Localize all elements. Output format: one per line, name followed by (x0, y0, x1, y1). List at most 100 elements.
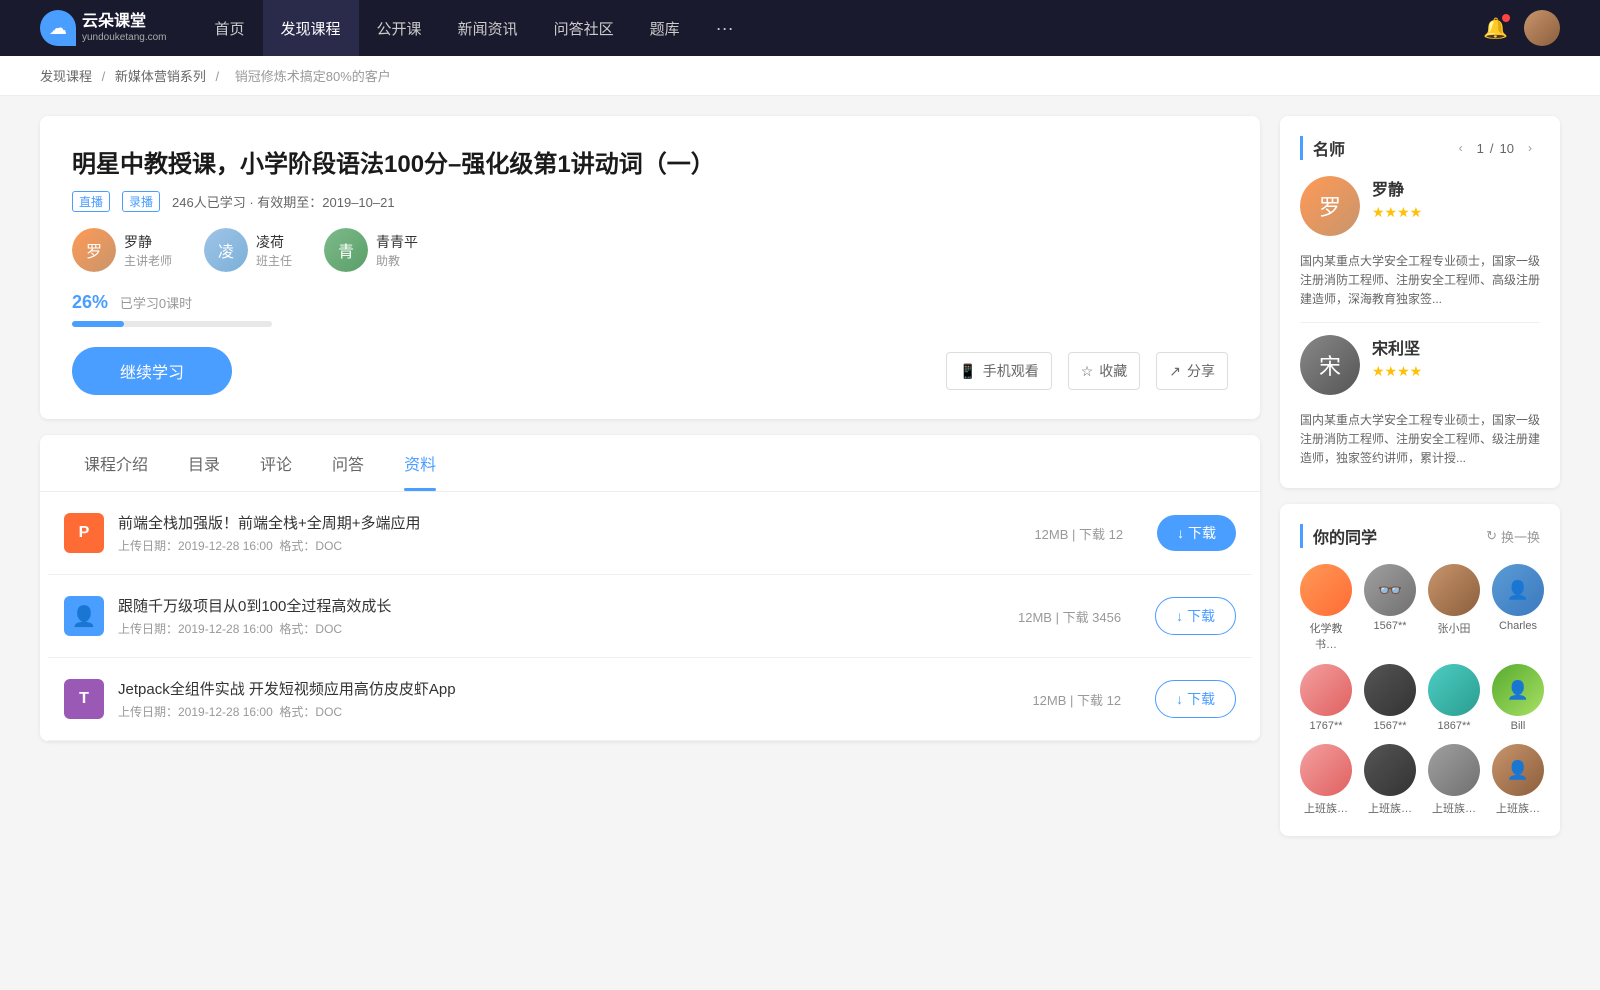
classmate-3[interactable]: 张小田 (1428, 564, 1480, 652)
refresh-button[interactable]: ↻ 换一换 (1486, 527, 1540, 546)
course-title: 明星中教授课，小学阶段语法100分–强化级第1讲动词（一） (72, 144, 1228, 179)
tab-intro[interactable]: 课程介绍 (64, 435, 168, 491)
teacher-desc-1: 国内某重点大学安全工程专业硕士，国家一级注册消防工程师、注册安全工程师、高级注册… (1300, 252, 1540, 310)
nav-items: 首页 发现课程 公开课 新闻资讯 问答社区 题库 ··· (197, 0, 1484, 56)
classmate-name-12: 上班族… (1496, 800, 1540, 816)
nav-item-qa[interactable]: 问答社区 (536, 0, 632, 56)
teacher-1-role: 主讲老师 (124, 252, 172, 269)
breadcrumb-current: 销冠修炼术搞定80%的客户 (235, 69, 391, 84)
classmate-7[interactable]: 1867** (1428, 664, 1480, 732)
breadcrumb: 发现课程 / 新媒体营销系列 / 销冠修炼术搞定80%的客户 (0, 56, 1600, 96)
nav-item-home[interactable]: 首页 (197, 0, 263, 56)
teacher-profile-2: 宋 宋利坚 ★★★★ (1300, 335, 1540, 395)
next-page-button[interactable]: › (1520, 138, 1540, 158)
teacher-desc-2: 国内某重点大学安全工程专业硕士，国家一级注册消防工程师、注册安全工程师、级注册建… (1300, 411, 1540, 469)
classmate-name-7: 1867** (1437, 720, 1470, 732)
page-current: 1 (1477, 141, 1484, 156)
progress-percent: 26% (72, 292, 108, 312)
logo[interactable]: ☁ 云朵课堂 yundouketang.com (40, 10, 167, 46)
file-meta-2: 上传日期：2019-12-28 16:00 格式：DOC (118, 620, 1004, 637)
tab-comments[interactable]: 评论 (240, 435, 312, 491)
classmate-avatar-4: 👤 (1492, 564, 1544, 616)
teacher-2-info: 凌荷 班主任 (256, 232, 292, 269)
breadcrumb-discover[interactable]: 发现课程 (40, 69, 92, 84)
classmate-11[interactable]: 上班族… (1428, 744, 1480, 816)
divider-1 (1300, 322, 1540, 323)
teachers-pagination: ‹ 1 / 10 › (1451, 138, 1540, 158)
collect-button[interactable]: ☆ 收藏 (1068, 352, 1141, 390)
teachers-card: 名师 ‹ 1 / 10 › 罗 罗静 ★★★★ 国内某重点大学 (1280, 116, 1560, 488)
classmate-6[interactable]: 1567** (1364, 664, 1416, 732)
classmate-avatar-8: 👤 (1492, 664, 1544, 716)
download-button-3[interactable]: ↓ 下载 (1155, 680, 1236, 718)
badge-live: 直播 (72, 191, 110, 212)
classmates-title: 你的同学 (1300, 524, 1377, 548)
classmate-10[interactable]: 上班族… (1364, 744, 1416, 816)
share-icon: ↗ (1169, 363, 1181, 380)
breadcrumb-series[interactable]: 新媒体营销系列 (115, 69, 206, 84)
course-actions: 继续学习 📱 手机观看 ☆ 收藏 ↗ 分享 (72, 347, 1228, 395)
classmate-1[interactable]: 化学教书… (1300, 564, 1352, 652)
classmate-avatar-2: 👓 (1364, 564, 1416, 616)
classmate-4[interactable]: 👤 Charles (1492, 564, 1544, 652)
classmate-9[interactable]: 上班族… (1300, 744, 1352, 816)
classmate-avatar-7 (1428, 664, 1480, 716)
user-avatar[interactable] (1524, 10, 1560, 46)
file-meta-1: 上传日期：2019-12-28 16:00 格式：DOC (118, 537, 1020, 554)
file-info-1: 前端全栈加强版！前端全栈+全周期+多端应用 上传日期：2019-12-28 16… (118, 512, 1020, 554)
mobile-watch-button[interactable]: 📱 手机观看 (946, 352, 1051, 390)
teacher-2-role: 班主任 (256, 252, 292, 269)
progress-section: 26% 已学习0课时 (72, 292, 1228, 327)
page-total: 10 (1500, 141, 1514, 156)
course-card: 明星中教授课，小学阶段语法100分–强化级第1讲动词（一） 直播 录播 246人… (40, 116, 1260, 419)
tabs-card: 课程介绍 目录 评论 问答 资料 P 前端全栈加强版！前端全栈+全周期+多端应用… (40, 435, 1260, 741)
file-name-1: 前端全栈加强版！前端全栈+全周期+多端应用 (118, 512, 1020, 533)
teacher-2: 凌 凌荷 班主任 (204, 228, 292, 272)
classmate-2[interactable]: 👓 1567** (1364, 564, 1416, 652)
download-button-1[interactable]: ↓ 下载 (1157, 515, 1236, 551)
file-info-3: Jetpack全组件实战 开发短视频应用高仿皮皮虾App 上传日期：2019-1… (118, 678, 1018, 720)
classmate-avatar-12: 👤 (1492, 744, 1544, 796)
nav-item-discover[interactable]: 发现课程 (263, 0, 359, 56)
file-info-2: 跟随千万级项目从0到100全过程高效成长 上传日期：2019-12-28 16:… (118, 595, 1004, 637)
classmate-5[interactable]: 1767** (1300, 664, 1352, 732)
teacher-1-info: 罗静 主讲老师 (124, 232, 172, 269)
classmate-name-1: 化学教书… (1300, 620, 1352, 652)
classmate-avatar-5 (1300, 664, 1352, 716)
teacher-profile-name-1: 罗静 (1372, 176, 1540, 200)
tab-materials[interactable]: 资料 (384, 435, 456, 491)
classmate-name-3: 张小田 (1438, 620, 1471, 636)
file-item-3: T Jetpack全组件实战 开发短视频应用高仿皮皮虾App 上传日期：2019… (48, 658, 1252, 741)
bell-icon[interactable]: 🔔 (1483, 16, 1508, 41)
prev-page-button[interactable]: ‹ (1451, 138, 1471, 158)
progress-sub: 已学习0课时 (120, 296, 192, 311)
nav-more[interactable]: ··· (698, 0, 752, 56)
classmate-12[interactable]: 👤 上班族… (1492, 744, 1544, 816)
file-icon-1: P (64, 513, 104, 553)
file-item-2: 👤 跟随千万级项目从0到100全过程高效成长 上传日期：2019-12-28 1… (48, 575, 1252, 658)
course-meta: 直播 录播 246人已学习 · 有效期至：2019–10–21 (72, 191, 1228, 212)
nav-item-public[interactable]: 公开课 (359, 0, 440, 56)
share-button[interactable]: ↗ 分享 (1156, 352, 1228, 390)
teachers-card-header: 名师 ‹ 1 / 10 › (1300, 136, 1540, 160)
classmates-header: 你的同学 ↻ 换一换 (1300, 524, 1540, 548)
classmate-avatar-6 (1364, 664, 1416, 716)
teacher-1: 罗 罗静 主讲老师 (72, 228, 172, 272)
file-icon-2: 👤 (64, 596, 104, 636)
file-item-1: P 前端全栈加强版！前端全栈+全周期+多端应用 上传日期：2019-12-28 … (48, 492, 1252, 575)
continue-button[interactable]: 继续学习 (72, 347, 232, 395)
teacher-stars-2: ★★★★ (1372, 363, 1540, 380)
classmates-card: 你的同学 ↻ 换一换 化学教书… 👓 1567** 张小田 (1280, 504, 1560, 836)
main-content: 明星中教授课，小学阶段语法100分–强化级第1讲动词（一） 直播 录播 246人… (0, 96, 1600, 856)
progress-bar-fill (72, 321, 124, 327)
nav-item-news[interactable]: 新闻资讯 (440, 0, 536, 56)
tab-catalog[interactable]: 目录 (168, 435, 240, 491)
file-meta-3: 上传日期：2019-12-28 16:00 格式：DOC (118, 703, 1018, 720)
nav-item-quiz[interactable]: 题库 (632, 0, 698, 56)
teacher-stars-1: ★★★★ (1372, 204, 1540, 221)
teacher-profile-avatar-1: 罗 (1300, 176, 1360, 236)
classmate-8[interactable]: 👤 Bill (1492, 664, 1544, 732)
download-button-2[interactable]: ↓ 下载 (1155, 597, 1236, 635)
tab-qa[interactable]: 问答 (312, 435, 384, 491)
teacher-profile-name-2: 宋利坚 (1372, 335, 1540, 359)
